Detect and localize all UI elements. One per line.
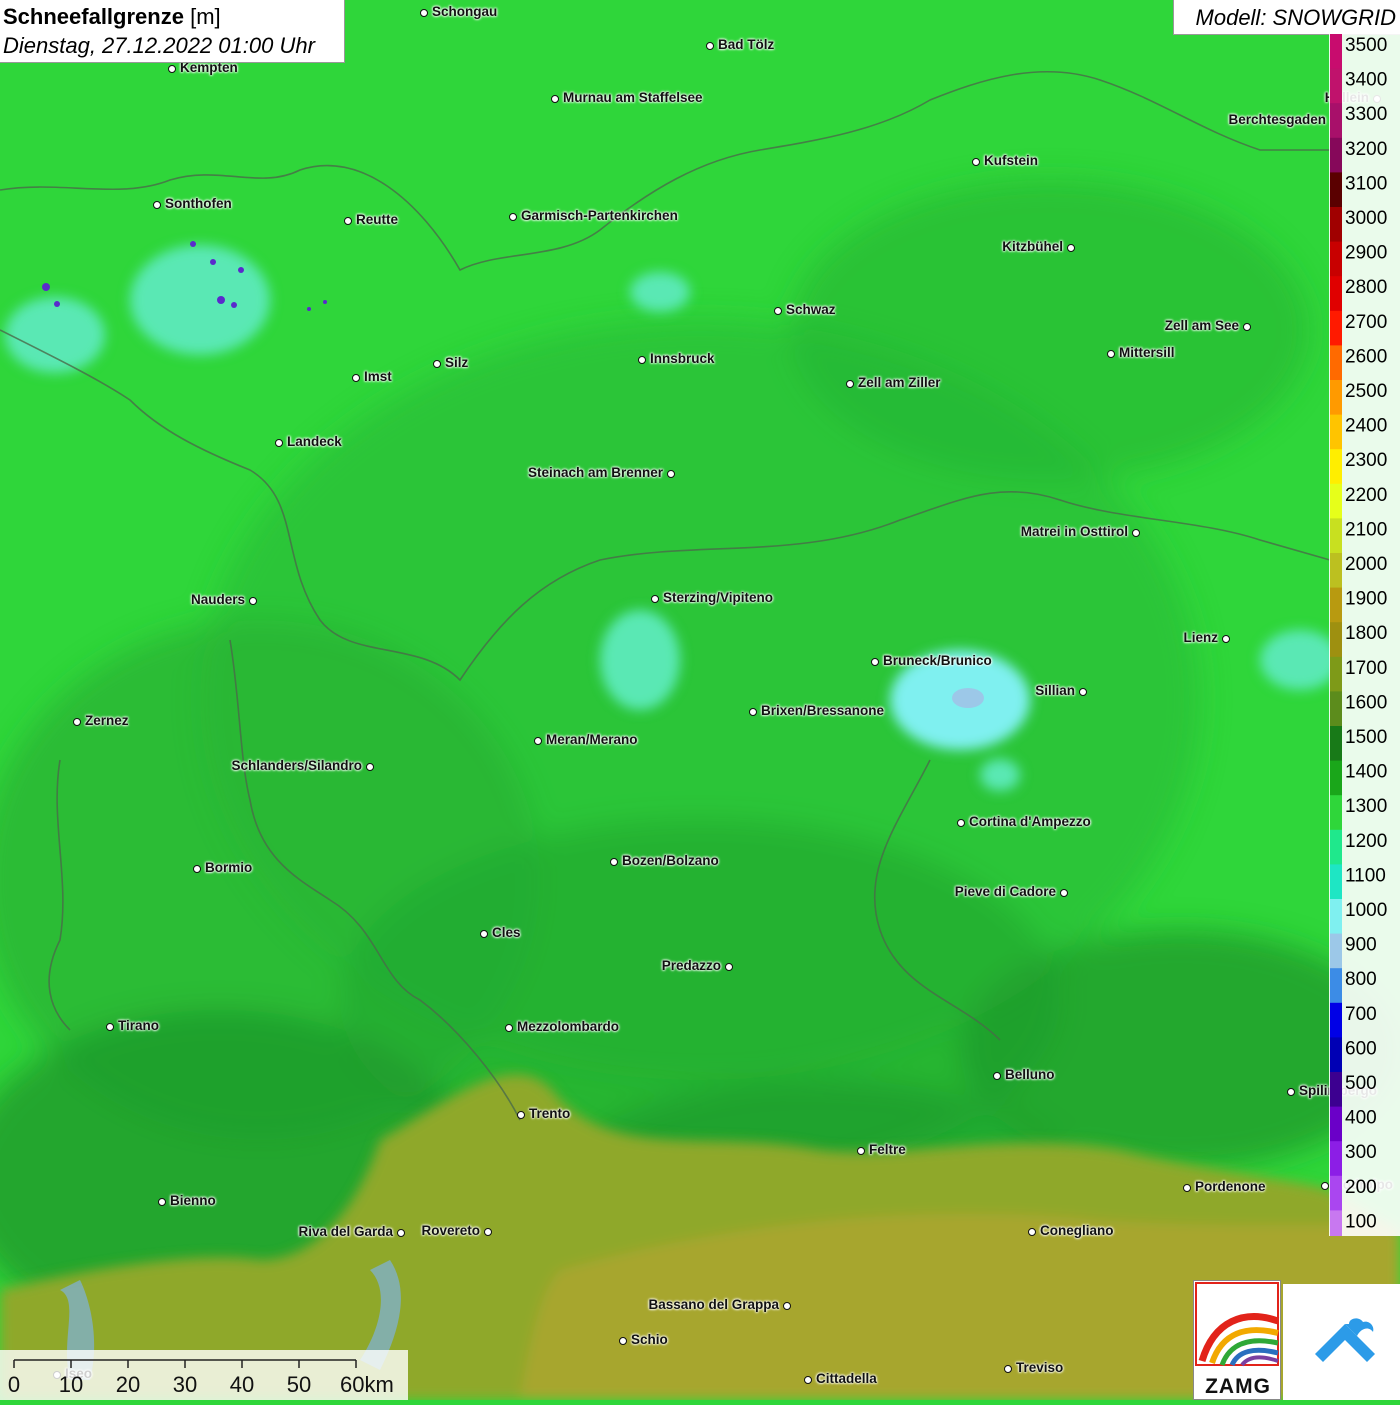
legend-swatch [1330,345,1342,381]
map-canvas[interactable] [0,0,1400,1400]
legend-swatch [1330,1072,1342,1108]
legend-swatch [1330,864,1342,900]
legend-swatch [1330,553,1342,589]
legend-tick-label: 3200 [1345,139,1387,160]
legend-swatch [1330,1106,1342,1142]
legend-swatch [1330,68,1342,104]
legend-swatch [1330,1175,1342,1211]
legend-tick-label: 3000 [1345,208,1387,229]
legend-tick-label: 1300 [1345,796,1387,817]
legend-tick-label: 2200 [1345,485,1387,506]
legend-tick-label: 3500 [1345,35,1387,56]
scale-tick-label: 30 [173,1372,197,1397]
legend-tick-label: 300 [1345,1142,1377,1163]
scale-tick-label: 60km [340,1372,394,1397]
legend-tick-label: 3100 [1345,173,1387,194]
title-datetime: Dienstag, 27.12.2022 01:00 Uhr [3,33,315,58]
legend-swatch [1330,760,1342,796]
legend-swatch [1330,829,1342,865]
legend-swatch [1330,1210,1342,1246]
legend-swatch [1330,137,1342,173]
mountain-icon [1315,1318,1375,1362]
legend-tick-label: 1000 [1345,900,1387,921]
legend-swatch [1330,691,1342,727]
field-pale-blue-spot [952,688,984,708]
legend-tick-label: 1900 [1345,589,1387,610]
legend-swatch [1330,103,1342,139]
legend-tick-label: 1200 [1345,831,1387,852]
legend-swatch [1330,276,1342,312]
legend-tick-label: 1100 [1345,865,1386,886]
legend-tick-label: 2900 [1345,243,1387,264]
legend-svg: 3500 3400 3300 3200 3100 3000 2900 2800 2700 2600… [1330,34,1387,1246]
legend-tick-label: 1600 [1345,692,1387,713]
title-box: Schneefallgrenze [m] Dienstag, 27.12.202… [0,0,345,63]
legend-swatch [1330,172,1342,208]
legend-swatch [1330,310,1342,346]
legend-swatch [1330,622,1342,658]
color-legend: 3500 3400 3300 3200 3100 3000 2900 2800 2700 2600… [1329,34,1400,1246]
rainbow-icon [1195,1282,1280,1367]
legend-swatch [1330,933,1342,969]
legend-swatch [1330,241,1342,277]
legend-swatch [1330,34,1342,70]
legend-swatch [1330,1002,1342,1038]
title-line: Schneefallgrenze [m] [3,4,221,30]
legend-tick-label: 1500 [1345,727,1387,748]
legend-swatch [1330,656,1342,692]
legend-swatch [1330,1037,1342,1073]
legend-tick-label: 3300 [1345,104,1387,125]
legend-tick-label: 200 [1345,1177,1377,1198]
legend-tick-label: 2500 [1345,381,1387,402]
legend-tick-label: 2400 [1345,416,1387,437]
legend-tick-label: 3400 [1345,70,1387,91]
legend-swatch [1330,1141,1342,1177]
scale-tick-label: 20 [116,1372,140,1397]
legend-swatch [1330,726,1342,762]
legend-tick-label: 2800 [1345,277,1387,298]
legend-tick-label: 500 [1345,1073,1377,1094]
zamg-logo[interactable]: ZAMG [1193,1280,1281,1400]
scale-svg: 0 10 20 30 40 50 60km [8,1359,394,1397]
scale-tick-label: 40 [230,1372,254,1397]
legend-swatch [1330,483,1342,519]
legend-tick-label: 2600 [1345,346,1387,367]
legend-tick-label: 700 [1345,1004,1377,1025]
legend-tick-label: 600 [1345,1038,1377,1059]
legend-swatch [1330,414,1342,450]
scale-tick-label: 0 [8,1372,20,1397]
legend-swatch [1330,899,1342,935]
model-label: Modell: SNOWGRID [1195,5,1396,30]
title-label: Schneefallgrenze [3,4,184,29]
legend-swatch [1330,449,1342,485]
legend-tick-label: 1700 [1345,658,1387,679]
legend-swatch [1330,968,1342,1004]
scale-bar: 0 10 20 30 40 50 60km [0,1350,408,1400]
legend-swatch [1330,795,1342,831]
legend-tick-label: 1400 [1345,762,1387,783]
legend-swatch [1330,518,1342,554]
zamg-text: ZAMG [1205,1375,1271,1398]
legend-tick-label: 100 [1345,1211,1377,1232]
legend-tick-label: 2700 [1345,312,1387,333]
legend-tick-label: 2300 [1345,450,1387,471]
legend-tick-label: 800 [1345,969,1377,990]
legend-swatch [1330,207,1342,243]
legend-tick-label: 900 [1345,935,1377,956]
legend-tick-label: 2000 [1345,554,1387,575]
legend-tick-label: 400 [1345,1108,1377,1129]
legend-swatch [1330,380,1342,416]
legend-tick-label: 2100 [1345,519,1387,540]
scale-tick-label: 50 [287,1372,311,1397]
scale-tick-label: 10 [59,1372,83,1397]
snowgrid-logo[interactable] [1283,1284,1400,1400]
title-unit: [m] [190,4,221,29]
legend-swatch [1330,587,1342,623]
legend-tick-label: 1800 [1345,623,1387,644]
model-box: Modell: SNOWGRID [1173,0,1400,35]
